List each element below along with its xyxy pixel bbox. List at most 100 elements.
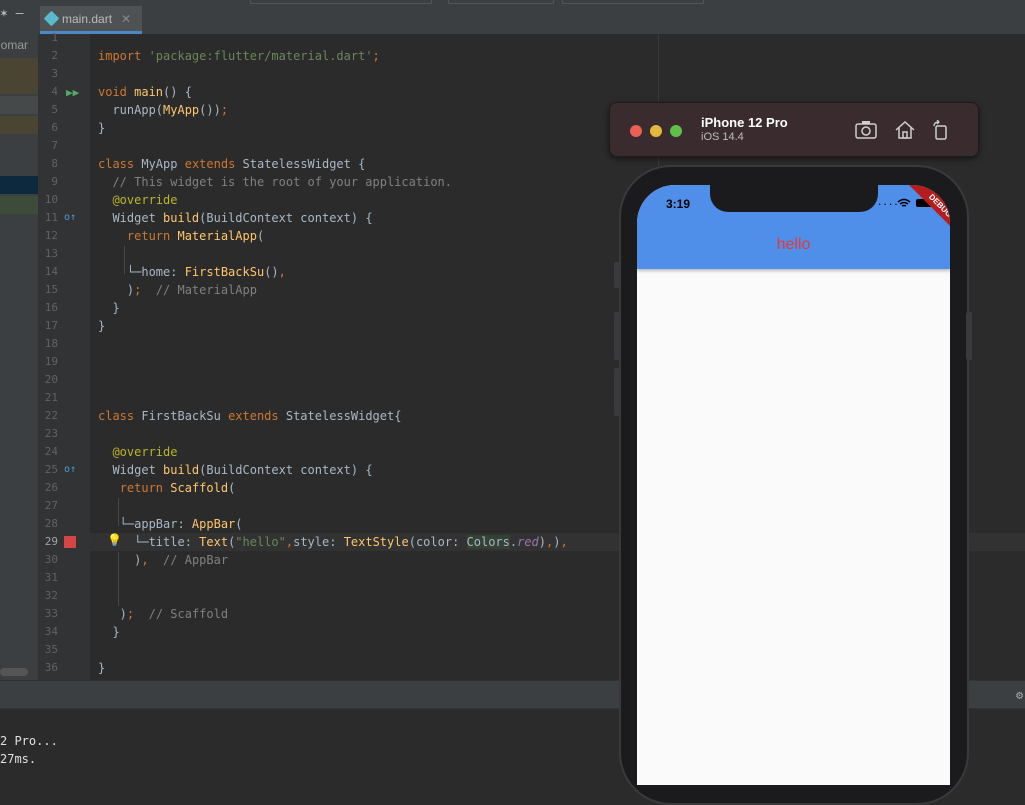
- code-line-12[interactable]: return MaterialApp(: [98, 227, 264, 245]
- close-icon[interactable]: ✕: [121, 12, 131, 26]
- power-button: [966, 312, 972, 360]
- line-number[interactable]: 2: [38, 47, 58, 65]
- override-icon[interactable]: o↑: [64, 464, 76, 475]
- line-number[interactable]: 6: [38, 119, 58, 137]
- editor-tab-bar: ✶ —: [0, 0, 1025, 35]
- project-row-highlight: [0, 196, 38, 214]
- code-line-14[interactable]: └─home: FirstBackSu(),: [98, 263, 286, 281]
- line-number[interactable]: 27: [38, 497, 58, 515]
- simulator-os-version: iOS 14.4: [701, 131, 744, 143]
- line-number[interactable]: 26: [38, 479, 58, 497]
- line-number[interactable]: 7: [38, 137, 58, 155]
- line-number[interactable]: 17: [38, 317, 58, 335]
- phone-notch: [710, 185, 878, 212]
- rotate-icon[interactable]: [930, 120, 952, 140]
- line-number[interactable]: 19: [38, 353, 58, 371]
- line-number[interactable]: 1: [38, 29, 58, 47]
- project-panel[interactable]: lomar: [0, 34, 39, 680]
- volume-button: [614, 368, 620, 416]
- code-line-29[interactable]: └─title: Text("hello",style: TextStyle(c…: [98, 533, 568, 551]
- code-line-5[interactable]: runApp(MyApp());: [98, 101, 228, 119]
- line-number[interactable]: 36: [38, 659, 58, 677]
- line-number[interactable]: 21: [38, 389, 58, 407]
- code-line-6[interactable]: }: [98, 119, 105, 137]
- line-number[interactable]: 18: [38, 335, 58, 353]
- line-number[interactable]: 29: [38, 533, 58, 551]
- home-icon[interactable]: [894, 120, 916, 140]
- line-number[interactable]: 10: [38, 191, 58, 209]
- code-line-36[interactable]: }: [98, 659, 105, 677]
- app-bar-title: hello: [776, 236, 811, 253]
- dart-file-icon: [43, 10, 60, 27]
- camera-icon[interactable]: [855, 120, 877, 140]
- line-number[interactable]: 3: [38, 65, 58, 83]
- zoom-window-button[interactable]: [670, 125, 682, 137]
- line-number[interactable]: 4: [38, 83, 58, 101]
- close-window-button[interactable]: [630, 125, 642, 137]
- gear-icon[interactable]: ⚙: [1016, 688, 1023, 702]
- code-line-16[interactable]: }: [98, 299, 119, 317]
- code-line-22[interactable]: class FirstBackSu extends StatelessWidge…: [98, 407, 401, 425]
- line-number[interactable]: 30: [38, 551, 58, 569]
- line-number[interactable]: 33: [38, 605, 58, 623]
- horizontal-scrollbar[interactable]: [0, 668, 28, 676]
- project-row-selected[interactable]: [0, 176, 38, 194]
- line-number[interactable]: 11: [38, 209, 58, 227]
- code-line-4[interactable]: void main() {: [98, 83, 192, 101]
- line-number[interactable]: 12: [38, 227, 58, 245]
- code-line-30[interactable]: ), // AppBar: [98, 551, 228, 569]
- line-number[interactable]: 23: [38, 425, 58, 443]
- project-row-highlight: [0, 58, 38, 94]
- code-line-9[interactable]: // This widget is the root of your appli…: [98, 173, 452, 191]
- code-line-28[interactable]: └─appBar: AppBar(: [98, 515, 243, 533]
- code-line-26[interactable]: return Scaffold(: [98, 479, 236, 497]
- line-number[interactable]: 14: [38, 263, 58, 281]
- breakpoint-icon[interactable]: [64, 536, 76, 548]
- wifi-icon: [897, 198, 911, 207]
- line-number[interactable]: 28: [38, 515, 58, 533]
- project-row-highlight: [0, 116, 38, 134]
- simulator-window-bar[interactable]: iPhone 12 Pro iOS 14.4: [609, 102, 979, 157]
- code-line-33[interactable]: ); // Scaffold: [98, 605, 228, 623]
- line-number[interactable]: 34: [38, 623, 58, 641]
- override-icon[interactable]: o↑: [64, 212, 76, 223]
- toolbar-slot[interactable]: [448, 0, 554, 4]
- code-line-2[interactable]: import 'package:flutter/material.dart';: [98, 47, 380, 65]
- line-number[interactable]: 32: [38, 587, 58, 605]
- code-line-24[interactable]: @override: [98, 443, 177, 461]
- project-panel-label: lomar: [0, 38, 29, 52]
- line-number[interactable]: 31: [38, 569, 58, 587]
- line-number[interactable]: 9: [38, 173, 58, 191]
- console-line: 27ms.: [0, 752, 37, 766]
- code-line-8[interactable]: class MyApp extends StatelessWidget {: [98, 155, 365, 173]
- line-number[interactable]: 35: [38, 641, 58, 659]
- project-row-highlight: [0, 96, 38, 114]
- code-line-10[interactable]: @override: [98, 191, 177, 209]
- line-number[interactable]: 25: [38, 461, 58, 479]
- toolbar-slot[interactable]: [250, 0, 432, 4]
- line-number[interactable]: 13: [38, 245, 58, 263]
- signal-icon: ....: [877, 198, 899, 208]
- minimize-window-button[interactable]: [650, 125, 662, 137]
- status-bar-time: 3:19: [666, 197, 691, 211]
- line-number[interactable]: 20: [38, 371, 58, 389]
- line-number[interactable]: 24: [38, 443, 58, 461]
- toolbar-icons[interactable]: ✶ —: [0, 6, 23, 21]
- line-number[interactable]: 15: [38, 281, 58, 299]
- code-line-15[interactable]: ); // MaterialApp: [98, 281, 257, 299]
- tab-label: main.dart: [62, 11, 113, 26]
- toolbar-slot[interactable]: [562, 0, 704, 4]
- run-icon[interactable]: ▶▶: [66, 86, 79, 99]
- console-line: 2 Pro...: [0, 734, 58, 748]
- line-number[interactable]: 8: [38, 155, 58, 173]
- phone-screen[interactable]: hello 3:19 .... DEBUG: [637, 185, 950, 785]
- line-number[interactable]: 22: [38, 407, 58, 425]
- volume-button: [614, 312, 620, 360]
- code-line-17[interactable]: }: [98, 317, 105, 335]
- line-number[interactable]: 16: [38, 299, 58, 317]
- line-number[interactable]: 5: [38, 101, 58, 119]
- volume-button: [614, 262, 620, 288]
- code-line-25[interactable]: Widget build(BuildContext context) {: [98, 461, 372, 479]
- code-line-34[interactable]: }: [98, 623, 119, 641]
- code-line-11[interactable]: Widget build(BuildContext context) {: [98, 209, 372, 227]
